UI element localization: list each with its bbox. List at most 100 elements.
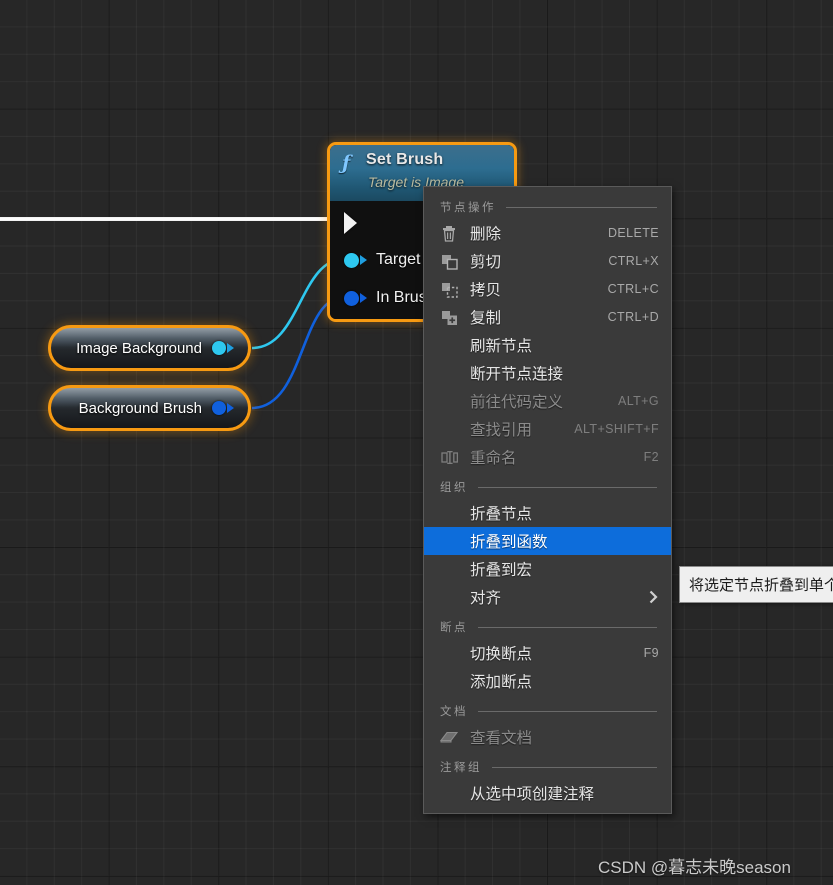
menu-item-label: 折叠节点 [470,506,533,523]
no-icon [438,336,460,354]
pin-row-target[interactable]: Target [330,251,420,269]
menu-item-label: 刷新节点 [470,338,533,355]
section-header-organization: 组织 [424,471,671,499]
menu-item-label: 拷贝 [470,282,502,299]
wire-layer [0,217,345,410]
menu-item-label: 折叠到函数 [470,534,548,551]
menu-item-label: 从选中项创建注释 [470,786,595,803]
blueprint-graph-canvas[interactable]: ƒ Set Brush Target is Image Target In Br… [0,0,833,885]
menu-item-label: 查看文档 [470,730,533,747]
target-pin-icon[interactable] [344,252,359,268]
menu-item-label: 对齐 [470,590,502,607]
cut-icon [438,252,460,270]
menu-item-label: 断开节点连接 [470,366,564,383]
background-brush-output-pin[interactable] [212,401,226,415]
chevron-right-icon [648,590,659,604]
menu-item-duplicate[interactable]: 复制 CTRL+D [424,303,671,331]
menu-item-label: 切换断点 [470,646,533,663]
tooltip: 将选定节点折叠到单个 [679,566,833,603]
section-divider [478,626,657,628]
section-header-breakpoints: 断点 [424,611,671,639]
no-icon [438,392,460,410]
menu-item-rename[interactable]: 重命名 F2 [424,443,671,471]
menu-item-break-node-links[interactable]: 断开节点连接 [424,359,671,387]
no-icon [438,644,460,662]
section-divider [506,206,657,208]
tooltip-text: 将选定节点折叠到单个 [689,577,833,594]
background-brush-pin-arrow-icon [227,403,234,413]
menu-item-copy[interactable]: 拷贝 CTRL+C [424,275,671,303]
section-header-documentation: 文档 [424,695,671,723]
menu-item-find-references[interactable]: 查找引用 ALT+SHIFT+F [424,415,671,443]
menu-item-label: 删除 [470,226,502,243]
menu-item-alignment[interactable]: 对齐 [424,583,671,611]
menu-item-shortcut: F2 [643,450,659,464]
pin-row-in-brush[interactable]: In Brus [330,289,427,307]
menu-item-collapse-to-macro[interactable]: 折叠到宏 [424,555,671,583]
section-title: 组织 [440,482,468,494]
menu-item-shortcut: CTRL+X [608,254,659,268]
target-pin-arrow-icon [360,255,367,265]
no-icon [438,420,460,438]
menu-item-delete[interactable]: 删除 DELETE [424,219,671,247]
image-background-pin-arrow-icon [227,343,234,353]
menu-item-view-documentation[interactable]: 查看文档 [424,723,671,751]
no-icon [438,364,460,382]
menu-item-add-breakpoint[interactable]: 添加断点 [424,667,671,695]
in-brush-pin-label: In Brus [376,289,427,306]
in-brush-pin-icon[interactable] [344,290,359,306]
section-title: 注释组 [440,762,482,774]
menu-item-label: 复制 [470,310,502,327]
node-title: Set Brush [366,151,444,168]
menu-item-label: 剪切 [470,254,502,271]
menu-item-shortcut: CTRL+D [607,310,659,324]
menu-item-label: 添加断点 [470,674,533,691]
context-menu[interactable]: 节点操作 删除 DELETE 剪切 CTRL+X 拷贝 CTRL+C 复制 CT… [423,186,672,814]
menu-item-collapse-nodes[interactable]: 折叠节点 [424,499,671,527]
copy-icon [438,280,460,298]
menu-item-shortcut: ALT+G [617,394,659,408]
node-image-background[interactable]: Image Background [48,325,251,371]
menu-item-label: 折叠到宏 [470,562,533,579]
book-icon [438,728,460,746]
exec-pin-icon[interactable] [344,212,357,234]
section-title: 文档 [440,706,468,718]
image-background-output-pin[interactable] [212,341,226,355]
menu-item-create-comment-from-selection[interactable]: 从选中项创建注释 [424,779,671,807]
menu-item-shortcut: F9 [643,646,659,660]
section-divider [478,486,657,488]
target-pin-label: Target [376,251,421,268]
section-header-comment-group: 注释组 [424,751,671,779]
watermark: CSDN @暮志未晚season [598,858,791,877]
no-icon [438,672,460,690]
function-f-icon: ƒ [342,152,351,174]
no-icon [438,532,460,550]
menu-item-cut[interactable]: 剪切 CTRL+X [424,247,671,275]
trash-icon [438,224,460,242]
in-brush-pin-arrow-icon [360,293,367,303]
menu-item-goto-code-definition[interactable]: 前往代码定义 ALT+G [424,387,671,415]
section-title: 断点 [440,622,468,634]
no-icon [438,504,460,522]
menu-item-shortcut: DELETE [607,226,659,240]
menu-item-refresh-node[interactable]: 刷新节点 [424,331,671,359]
section-header-node-actions: 节点操作 [424,191,671,219]
rename-icon [438,448,460,466]
background-brush-label: Background Brush [78,399,202,417]
menu-item-label: 查找引用 [470,422,533,439]
menu-item-shortcut: ALT+SHIFT+F [574,422,659,436]
section-divider [478,710,657,712]
menu-item-toggle-breakpoint[interactable]: 切换断点 F9 [424,639,671,667]
duplicate-icon [438,308,460,326]
node-background-brush[interactable]: Background Brush [48,385,251,431]
menu-item-label: 前往代码定义 [470,394,564,411]
image-background-label: Image Background [76,339,202,357]
pin-row-exec[interactable] [330,212,357,234]
section-title: 节点操作 [440,202,496,214]
section-divider [492,766,657,768]
menu-item-collapse-to-function[interactable]: 折叠到函数 [424,527,671,555]
menu-item-label: 重命名 [470,450,517,467]
no-icon [438,588,460,606]
no-icon [438,560,460,578]
no-icon [438,784,460,802]
